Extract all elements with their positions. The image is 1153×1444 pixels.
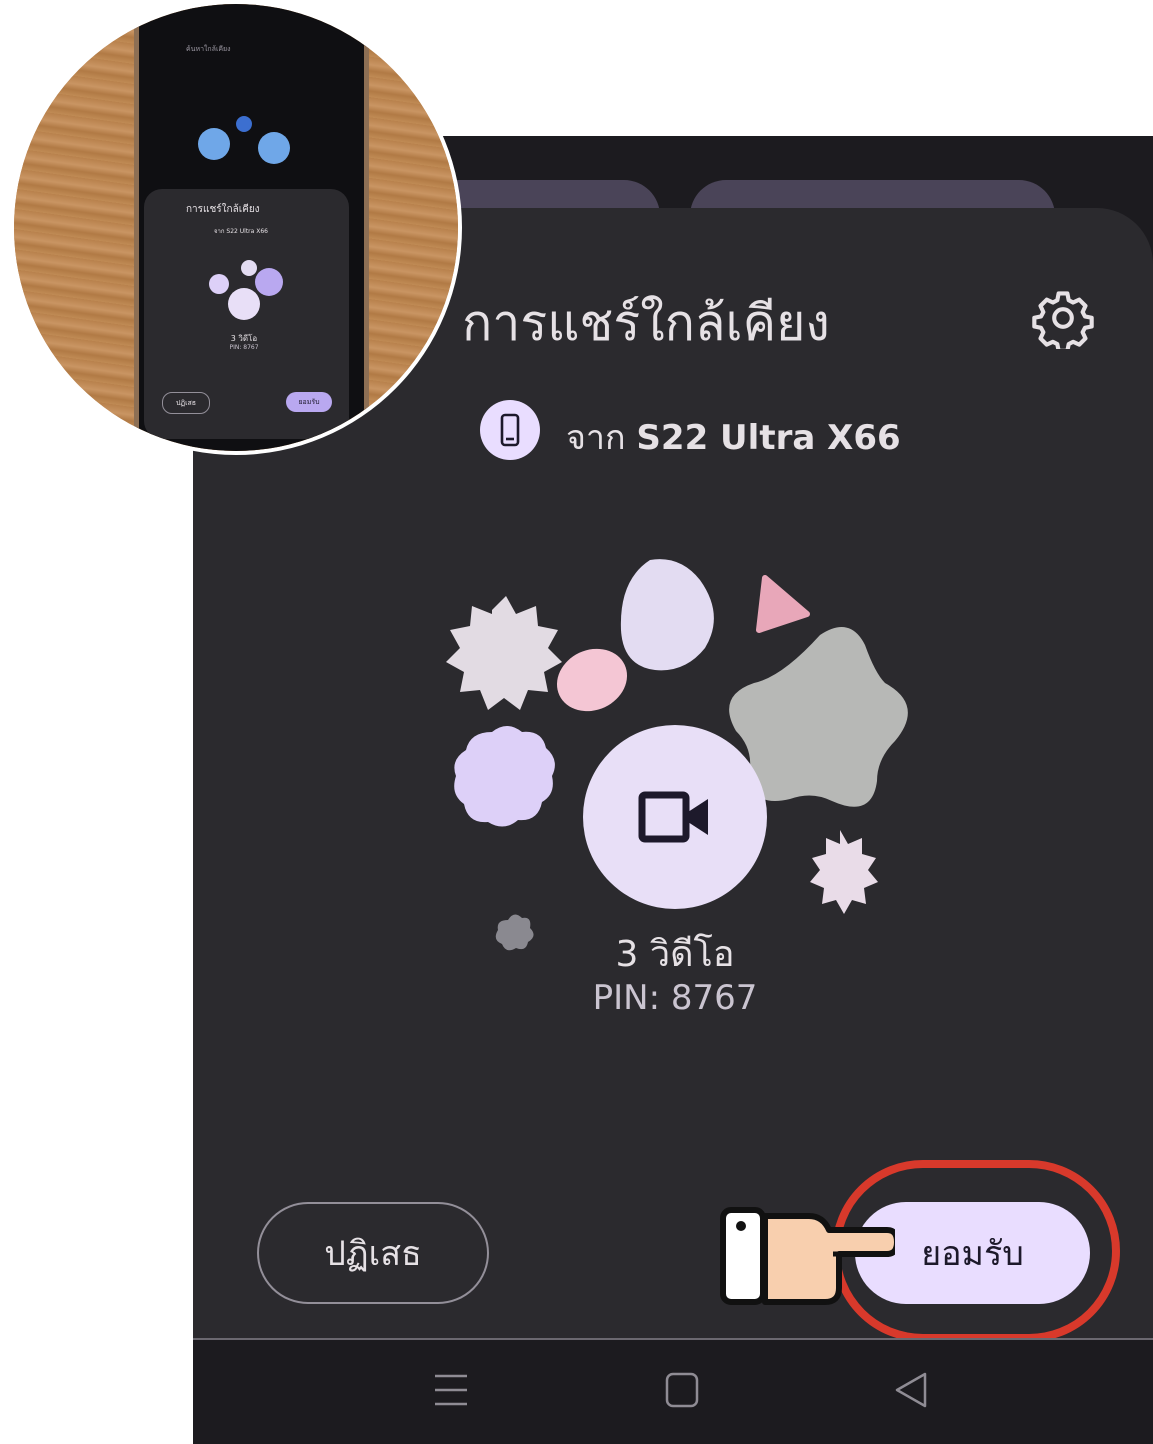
item-count: 3 วิดีโอ xyxy=(615,934,735,975)
device-avatar xyxy=(480,400,540,460)
triangle-shape xyxy=(756,575,810,633)
inset-accept-button: ยอมรับ xyxy=(286,392,332,412)
back-icon[interactable] xyxy=(893,1370,929,1410)
inset-header: ค้นหาใกล้เคียง xyxy=(186,45,231,53)
from-prefix: จาก xyxy=(566,418,626,458)
inset-shapes xyxy=(209,260,283,320)
pointing-hand-icon xyxy=(720,1207,895,1305)
decline-button[interactable]: ปฏิเสธ xyxy=(257,1202,489,1304)
content-circle xyxy=(583,725,767,909)
small-clover-shape xyxy=(495,914,534,951)
decorative-shapes xyxy=(446,559,908,951)
burst-shape-left xyxy=(446,596,562,710)
device-name: S22 Ultra X66 xyxy=(636,418,901,458)
pill-shape xyxy=(556,648,628,712)
inset-from: จาก S22 Ultra X66 xyxy=(214,228,268,235)
inset-title: การแชร์ใกล้เคียง xyxy=(186,204,260,215)
home-icon[interactable] xyxy=(664,1370,700,1410)
system-navigation-bar xyxy=(193,1338,1153,1444)
inset-decline-button: ปฏิเสธ xyxy=(162,392,210,414)
gear-icon[interactable] xyxy=(1032,287,1094,349)
inset-pin: PIN: 8767 xyxy=(229,344,259,351)
inset-illustration xyxy=(198,116,290,164)
sheet-title: การแชร์ใกล้เคียง xyxy=(462,294,830,352)
burst-shape-right xyxy=(810,830,878,914)
drop-shape xyxy=(620,559,714,671)
phone-icon xyxy=(500,413,520,447)
scallop-shape xyxy=(454,726,555,827)
inset-photo-circle: ค้นหาใกล้เคียง การแชร์ใกล้เคียง จาก S22 … xyxy=(10,0,462,455)
sender-info: จาก S22 Ultra X66 xyxy=(566,410,901,464)
menu-icon[interactable] xyxy=(433,1370,469,1410)
pin-code: PIN: 8767 xyxy=(592,978,758,1018)
